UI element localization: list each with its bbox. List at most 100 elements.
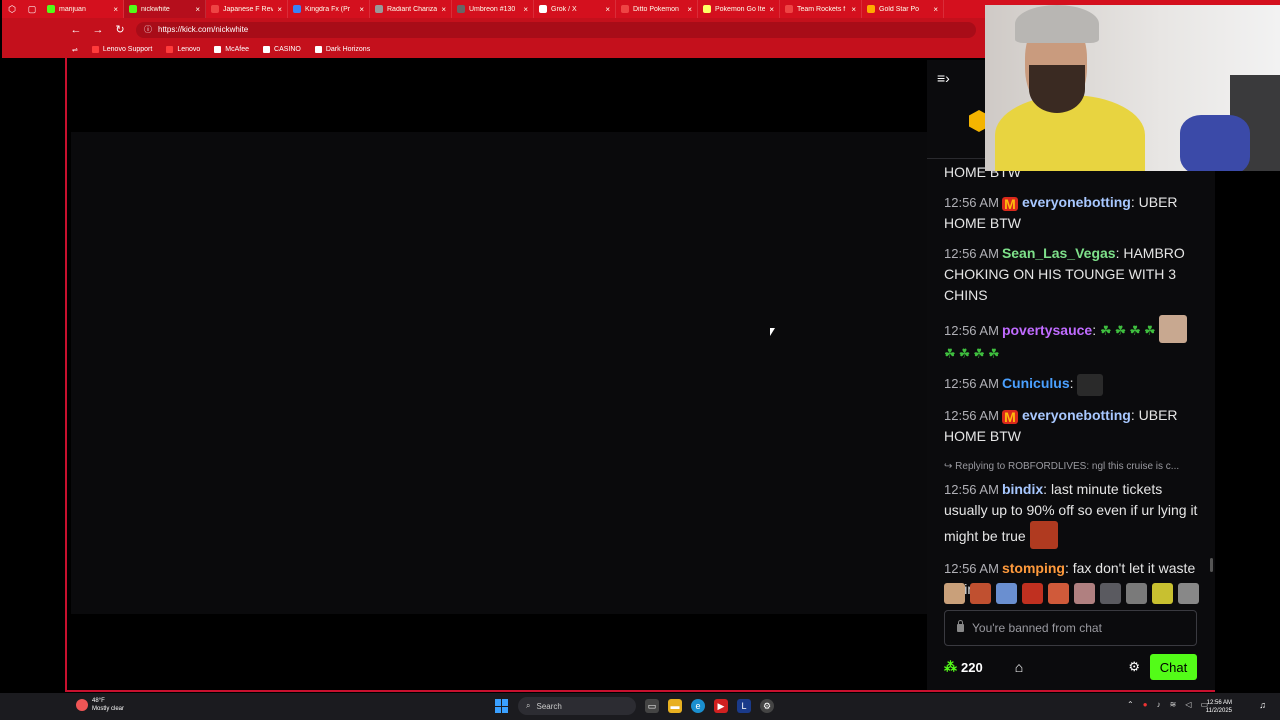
close-tab-icon[interactable]: × bbox=[195, 5, 200, 14]
message-time: 12:56 AM bbox=[944, 323, 999, 338]
url-text: https://kick.com/nickwhite bbox=[158, 25, 249, 34]
back-icon[interactable]: ← bbox=[70, 24, 82, 36]
bookmarks-menu-icon[interactable]: ⇌ bbox=[72, 46, 78, 54]
forward-icon[interactable]: → bbox=[92, 24, 104, 36]
reply-context[interactable]: ↪ Replying to ROBFORDLIVES: ngl this cru… bbox=[944, 456, 1199, 477]
chat-username[interactable]: Sean_Las_Vegas bbox=[1002, 245, 1116, 261]
chat-button[interactable]: Chat bbox=[1150, 654, 1197, 680]
microphone-icon[interactable]: ♪ bbox=[1157, 700, 1161, 709]
close-tab-icon[interactable]: × bbox=[851, 5, 856, 14]
store-icon[interactable]: ⌂ bbox=[1015, 659, 1023, 675]
close-tab-icon[interactable]: × bbox=[933, 5, 938, 14]
video-player[interactable] bbox=[67, 60, 927, 690]
quick-emote-icon[interactable] bbox=[1126, 583, 1147, 604]
browser-tab[interactable]: Umbreon #130 × bbox=[452, 0, 534, 18]
quick-emote-icon[interactable] bbox=[944, 583, 965, 604]
browser-tab[interactable]: marijuan × bbox=[42, 0, 124, 18]
face-emote-icon bbox=[1158, 315, 1187, 343]
window-menu-icon[interactable]: ⬡ bbox=[2, 0, 22, 18]
chat-username[interactable]: Cuniculus bbox=[1002, 375, 1070, 391]
bookmark-label: McAfee bbox=[225, 46, 250, 53]
bookmark-item[interactable]: Lenovo bbox=[166, 46, 200, 53]
quick-emote-icon[interactable] bbox=[996, 583, 1017, 604]
chat-message: 12:56 AM Meveryonebotting: UBER HOME BTW bbox=[944, 405, 1199, 447]
bookmark-item[interactable]: Dark Horizons bbox=[314, 46, 371, 53]
close-tab-icon[interactable]: × bbox=[687, 5, 692, 14]
quick-emote-icon[interactable] bbox=[1100, 583, 1121, 604]
clock-date: 11/2/2025 bbox=[1205, 708, 1232, 714]
close-tab-icon[interactable]: × bbox=[605, 5, 610, 14]
quick-emote-icon[interactable] bbox=[1048, 583, 1069, 604]
tab-favicon-icon bbox=[539, 5, 547, 13]
close-tab-icon[interactable]: × bbox=[441, 5, 446, 14]
tab-title: Japanese F Rev bbox=[223, 5, 274, 13]
weather-widget[interactable]: 48°F Mostly clear bbox=[76, 697, 124, 713]
browser-tab[interactable]: Kingdra Fx (Pr × bbox=[288, 0, 370, 18]
chat-username[interactable]: stomping bbox=[1002, 560, 1065, 576]
chat-username[interactable]: povertysauce bbox=[1002, 322, 1092, 338]
close-tab-icon[interactable]: × bbox=[769, 5, 774, 14]
bookmark-item[interactable]: McAfee bbox=[214, 46, 249, 53]
browser-tab[interactable]: nickwhite × bbox=[124, 0, 206, 18]
tab-actions-icon[interactable]: ▢ bbox=[22, 0, 42, 18]
quick-emote-icon[interactable] bbox=[970, 583, 991, 604]
chat-scrollbar[interactable] bbox=[1210, 558, 1213, 572]
emote-quickbar bbox=[944, 583, 1199, 604]
browser-tab[interactable]: Team Rockets f × bbox=[780, 0, 862, 18]
browser-tab[interactable]: Japanese F Rev × bbox=[206, 0, 288, 18]
windows-start-icon[interactable] bbox=[495, 699, 509, 713]
file-explorer-icon[interactable]: ▬ bbox=[668, 699, 682, 713]
tab-favicon-icon bbox=[293, 5, 301, 13]
lenovo-app-icon[interactable]: L bbox=[737, 699, 751, 713]
taskbar-search[interactable]: ⌕ Search bbox=[518, 697, 636, 715]
lock-icon bbox=[957, 620, 964, 632]
quick-emote-icon[interactable] bbox=[1178, 583, 1199, 604]
tray-overflow-icon[interactable]: ⌃ bbox=[1127, 700, 1134, 709]
tab-favicon-icon bbox=[211, 5, 219, 13]
collapse-chat-icon[interactable]: ≡› bbox=[937, 70, 950, 86]
volume-icon[interactable]: ◁ bbox=[1185, 700, 1191, 709]
bookmark-item[interactable]: CASINO bbox=[263, 46, 301, 53]
chat-username[interactable]: everyonebotting bbox=[1022, 407, 1131, 423]
quick-emote-icon[interactable] bbox=[1022, 583, 1043, 604]
task-view-icon[interactable]: ▭ bbox=[645, 699, 659, 713]
close-tab-icon[interactable]: × bbox=[277, 5, 282, 14]
bookmark-label: Dark Horizons bbox=[325, 46, 371, 53]
site-info-icon[interactable]: ⓘ bbox=[144, 24, 152, 35]
browser-tab[interactable]: Grok / X × bbox=[534, 0, 616, 18]
banned-placeholder: You're banned from chat bbox=[972, 621, 1102, 635]
tab-favicon-icon bbox=[621, 5, 629, 13]
refresh-icon[interactable]: ↻ bbox=[114, 23, 126, 36]
message-time: 12:56 AM bbox=[944, 195, 999, 210]
browser-tab[interactable]: Radiant Charizar × bbox=[370, 0, 452, 18]
quick-emote-icon[interactable] bbox=[1152, 583, 1173, 604]
media-app-icon[interactable]: ▶ bbox=[714, 699, 728, 713]
gear-icon[interactable]: ⚙ bbox=[1128, 659, 1140, 675]
wifi-icon[interactable]: ≋ bbox=[1170, 700, 1177, 709]
channel-points[interactable]: ⁂ 220 bbox=[944, 659, 983, 675]
search-icon: ⌕ bbox=[526, 701, 531, 710]
chat-message: 12:56 AM Meveryonebotting: UBER HOME BTW bbox=[944, 192, 1199, 234]
points-value: 220 bbox=[961, 659, 983, 675]
video-frame bbox=[71, 132, 927, 614]
browser-tab[interactable]: Pokemon Go Ite × bbox=[698, 0, 780, 18]
mcafee-tray-icon[interactable]: ● bbox=[1143, 700, 1148, 709]
chat-username[interactable]: everyonebotting bbox=[1022, 194, 1131, 210]
bookmark-icon bbox=[263, 46, 271, 53]
url-field[interactable]: ⓘ https://kick.com/nickwhite bbox=[136, 21, 976, 38]
edge-browser-icon[interactable]: e bbox=[691, 699, 705, 713]
clock[interactable]: 12:56 AM 11/2/2025 bbox=[1206, 699, 1232, 715]
browser-tab[interactable]: Ditto Pokemon × bbox=[616, 0, 698, 18]
bookmark-icon bbox=[166, 46, 174, 53]
tab-favicon-icon bbox=[785, 5, 793, 13]
close-tab-icon[interactable]: × bbox=[523, 5, 528, 14]
notification-bell-icon[interactable]: ♫ bbox=[1259, 700, 1266, 710]
close-tab-icon[interactable]: × bbox=[113, 5, 118, 14]
quick-emote-icon[interactable] bbox=[1074, 583, 1095, 604]
browser-tab[interactable]: Gold Star Po × bbox=[862, 0, 944, 18]
chat-username[interactable]: bindix bbox=[1002, 481, 1043, 497]
bookmark-item[interactable]: Lenovo Support bbox=[91, 46, 152, 53]
settings-app-icon[interactable]: ⚙ bbox=[760, 699, 774, 713]
close-tab-icon[interactable]: × bbox=[359, 5, 364, 14]
tab-favicon-icon bbox=[375, 5, 383, 13]
